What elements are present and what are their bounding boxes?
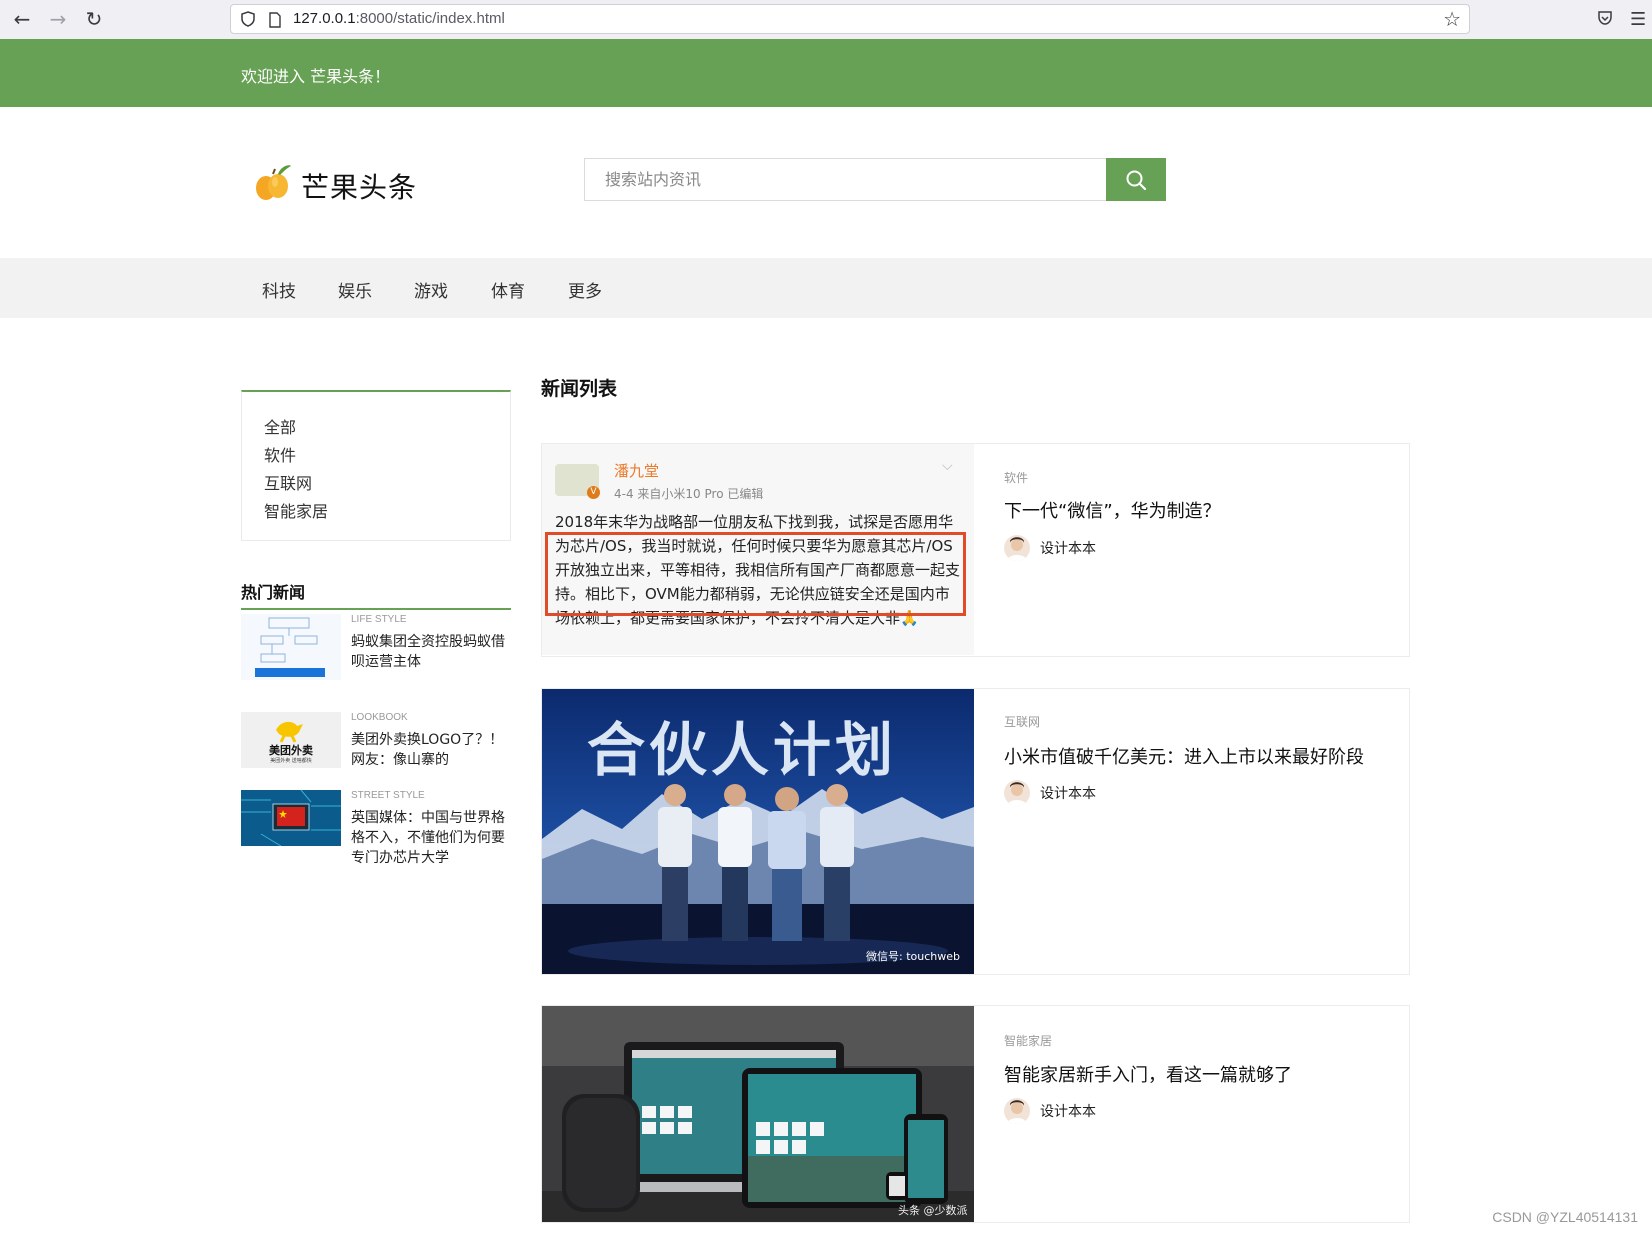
reload-icon[interactable]: ↻ (82, 7, 106, 31)
author-name: 设计本本 (1040, 1104, 1096, 1120)
news-author[interactable]: 设计本本 (1004, 535, 1096, 561)
shield-icon (241, 11, 255, 27)
hot-news-tag: STREET STYLE (351, 790, 425, 801)
chevron-down-icon: ⌵ (942, 458, 953, 474)
meituan-logo-text: 美团外卖 (269, 744, 313, 757)
category-nav: 科技 娱乐 游戏 体育 更多 (0, 258, 1652, 318)
forward-arrow-icon[interactable]: → (46, 7, 70, 31)
bookmark-star-icon[interactable]: ☆ (1443, 7, 1461, 31)
hot-news-divider (241, 608, 511, 610)
browser-toolbar: ← → ↻ 127.0.0.1:8000/static/index.html ☆… (0, 0, 1652, 40)
sidebar-item-all[interactable]: 全部 (264, 414, 296, 438)
nav-item-more[interactable]: 更多 (568, 277, 602, 302)
red-highlight-box (545, 532, 966, 616)
news-image[interactable]: 头条 @少数派 (542, 1006, 974, 1222)
sidebar-item-software[interactable]: 软件 (264, 442, 296, 466)
search-button[interactable] (1106, 158, 1166, 201)
author-avatar (1004, 780, 1030, 806)
search-box (584, 158, 1166, 201)
news-category: 软件 (1004, 471, 1029, 485)
weibo-username: 潘九堂 (614, 462, 660, 480)
nav-item-games[interactable]: 游戏 (414, 277, 448, 302)
image-mark: 头条 @少数派 (898, 1204, 968, 1217)
news-list-title: 新闻列表 (541, 378, 618, 400)
wechat-mark: 微信号: touchweb (866, 950, 960, 963)
news-image[interactable]: V 潘九堂 4-4 来自小米10 Pro 已编辑 ⌵ 2018年末华为战略部一位… (542, 444, 974, 656)
news-card[interactable]: V 潘九堂 4-4 来自小米10 Pro 已编辑 ⌵ 2018年末华为战略部一位… (541, 443, 1410, 657)
banner-text: 合伙人计划 (586, 716, 897, 784)
sidebar-item-internet[interactable]: 互联网 (264, 470, 312, 494)
hot-news-thumbnail[interactable] (241, 614, 341, 680)
hot-news-tag: LOOKBOOK (351, 712, 408, 723)
news-title-link[interactable]: 智能家居新手入门，看这一篇就够了 (1004, 1061, 1292, 1087)
hot-news-tag: LIFE STYLE (351, 614, 407, 625)
smart-home-devices-photo (542, 1006, 974, 1222)
news-title-link[interactable]: 下一代“微信”，华为制造？ (1004, 497, 1221, 523)
weibo-meta: 4-4 来自小米10 Pro 已编辑 (614, 487, 764, 501)
url-path: :8000/static/index.html (355, 10, 505, 27)
url-text: 127.0.0.1:8000/static/index.html (293, 10, 505, 27)
hot-news-title: 热门新闻 (241, 583, 306, 602)
author-name: 设计本本 (1040, 786, 1096, 802)
csdn-watermark: CSDN @YZL40514131 (1492, 1209, 1638, 1225)
author-name: 设计本本 (1040, 541, 1096, 557)
page-icon (269, 12, 281, 28)
news-title-link[interactable]: 小米市值破千亿美元：进入上市以来最好阶段 (1004, 743, 1364, 769)
meituan-logo-subtext: 美团外卖 送啥都快 (270, 758, 312, 764)
hot-news-thumbnail[interactable] (241, 790, 341, 846)
news-image[interactable]: 合伙人计划 微信号: touchweb (542, 689, 974, 974)
hot-news-link[interactable]: 美团外卖换LOGO了？！网友：像山寨的 (351, 730, 511, 770)
hot-news-link[interactable]: 英国媒体：中国与世界格格不入，不懂他们为何要专门办芯片大学 (351, 808, 511, 868)
sidebar-item-smart-home[interactable]: 智能家居 (264, 498, 328, 522)
menu-icon[interactable]: ☰ (1630, 9, 1646, 30)
mango-logo-icon[interactable] (251, 160, 293, 202)
news-category: 智能家居 (1004, 1034, 1053, 1048)
category-sidebar: 全部 软件 互联网 智能家居 (241, 390, 511, 541)
pocket-icon[interactable] (1596, 9, 1614, 27)
hot-news-thumbnail[interactable]: 美团外卖 美团外卖 送啥都快 (241, 712, 341, 768)
verified-badge-icon: V (587, 486, 600, 499)
weibo-screenshot: V 潘九堂 4-4 来自小米10 Pro 已编辑 ⌵ 2018年末华为战略部一位… (542, 444, 974, 655)
author-avatar (1004, 1098, 1030, 1124)
welcome-text: 欢迎进入 芒果头条！ (241, 67, 391, 86)
welcome-bar: 欢迎进入 芒果头条！ (0, 39, 1652, 107)
nav-item-entertainment[interactable]: 娱乐 (338, 277, 372, 302)
url-host: 127.0.0.1 (293, 10, 356, 27)
news-card[interactable]: 合伙人计划 微信号: touchweb 互联网 小米市值破千亿美元：进入上市以来… (541, 688, 1410, 975)
hot-news-link[interactable]: 蚂蚁集团全资控股蚂蚁借呗运营主体 (351, 632, 511, 672)
author-avatar (1004, 535, 1030, 561)
nav-item-sports[interactable]: 体育 (491, 277, 525, 302)
back-arrow-icon[interactable]: ← (10, 7, 34, 31)
nav-item-tech[interactable]: 科技 (262, 277, 296, 302)
search-input[interactable] (585, 159, 1105, 200)
site-title[interactable]: 芒果头条 (301, 166, 417, 206)
news-category: 互联网 (1004, 715, 1041, 729)
url-bar[interactable]: 127.0.0.1:8000/static/index.html ☆ (230, 4, 1470, 34)
news-author[interactable]: 设计本本 (1004, 1098, 1096, 1124)
news-author[interactable]: 设计本本 (1004, 780, 1096, 806)
news-card[interactable]: 头条 @少数派 智能家居 智能家居新手入门，看这一篇就够了 设计本本 (541, 1005, 1410, 1223)
search-icon (1126, 170, 1147, 190)
